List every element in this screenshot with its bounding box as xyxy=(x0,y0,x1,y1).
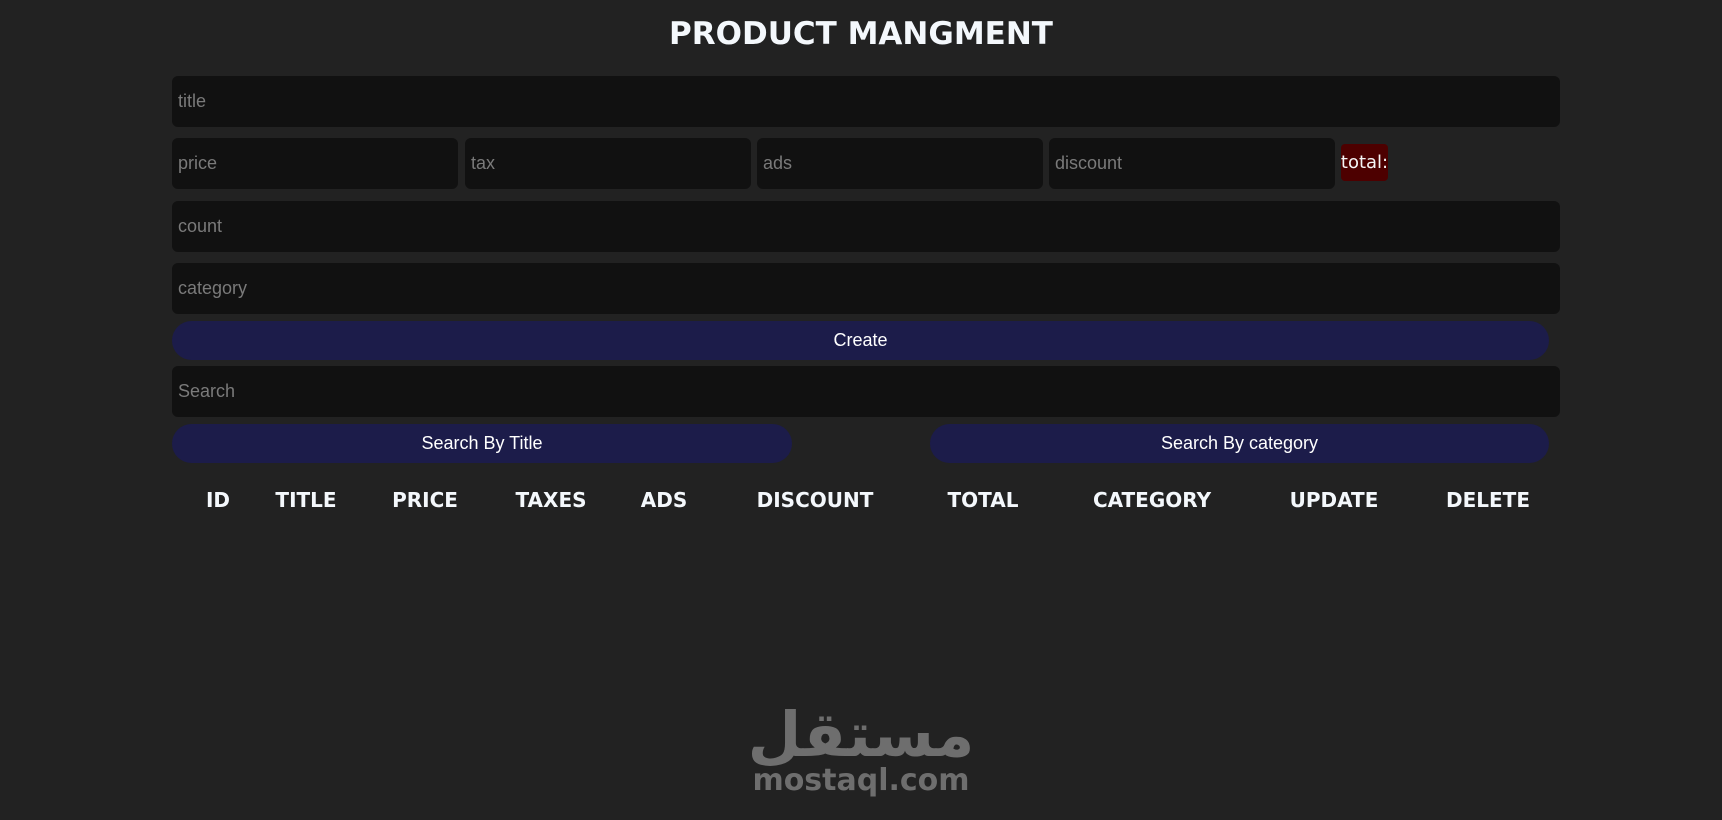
mostaql-watermark: مستقل mostaql.com xyxy=(701,700,1021,796)
page-title: PRODUCT MANGMENT xyxy=(669,16,1053,52)
column-header-category: CATEGORY xyxy=(1092,488,1212,512)
column-header-discount: DISCOUNT xyxy=(756,488,874,512)
create-button[interactable]: Create xyxy=(172,321,1549,360)
column-header-id: ID xyxy=(205,488,231,512)
discount-input[interactable] xyxy=(1049,138,1335,189)
count-input[interactable] xyxy=(172,201,1560,252)
column-header-price: PRICE xyxy=(392,488,458,512)
price-input[interactable] xyxy=(172,138,458,189)
column-header-taxes: TAXES xyxy=(515,488,587,512)
column-header-ads: ADS xyxy=(640,488,688,512)
total-display: total: xyxy=(1341,144,1388,181)
watermark-arabic: مستقل xyxy=(747,698,975,771)
search-input[interactable] xyxy=(172,366,1560,417)
title-input[interactable] xyxy=(172,76,1560,127)
column-header-update: UPDATE xyxy=(1289,488,1379,512)
column-header-title: TITLE xyxy=(275,488,337,512)
tax-input[interactable] xyxy=(465,138,751,189)
column-header-delete: DELETE xyxy=(1446,488,1530,512)
search-by-title-button[interactable]: Search By Title xyxy=(172,424,792,463)
search-by-category-button[interactable]: Search By category xyxy=(930,424,1549,463)
ads-input[interactable] xyxy=(757,138,1043,189)
column-header-total: TOTAL xyxy=(947,488,1019,512)
category-input[interactable] xyxy=(172,263,1560,314)
